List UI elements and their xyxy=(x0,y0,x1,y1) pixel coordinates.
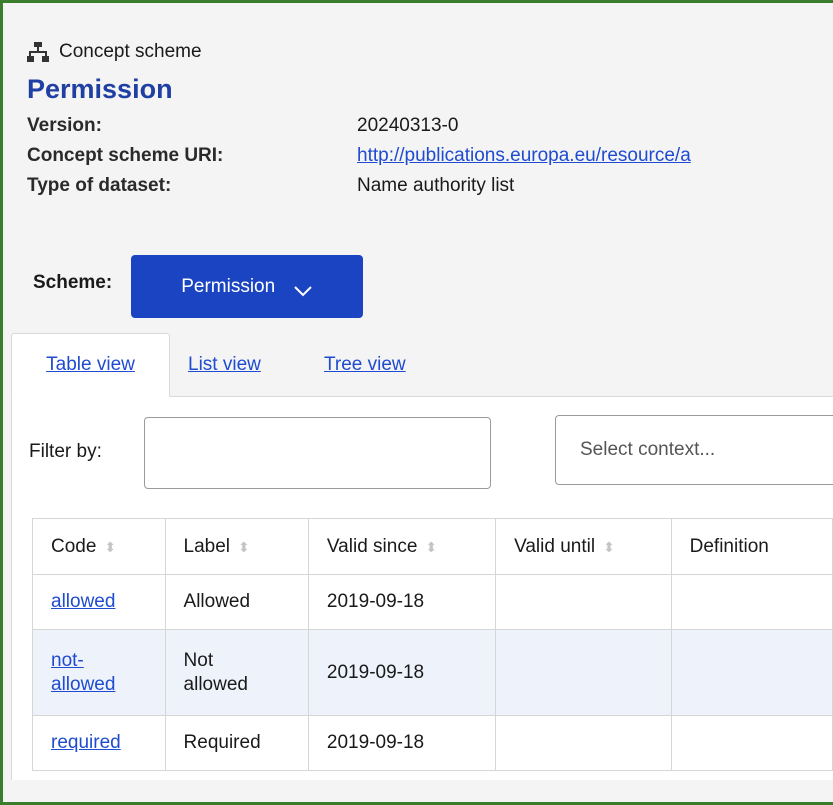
cell-valid-until xyxy=(495,715,672,771)
table-row: required Required 2019-09-18 xyxy=(32,715,833,771)
column-label: Label xyxy=(183,535,231,557)
concepts-table: Code ⬍ Label ⬍ Valid since ⬍ Valid until ⬍ D… xyxy=(32,518,833,771)
view-tabs: Table view List view Tree view xyxy=(11,333,833,397)
cell-definition xyxy=(670,715,833,771)
cell-code: allowed xyxy=(32,574,166,630)
page-frame: Concept scheme Permission Version: 20240… xyxy=(0,0,833,805)
context-select[interactable]: Select context... xyxy=(555,415,833,485)
cell-label: Not allowed xyxy=(164,629,309,716)
context-placeholder: Select context... xyxy=(580,439,716,460)
sort-icon: ⬍ xyxy=(238,538,250,555)
table-row: not-allowed Not allowed 2019-09-18 xyxy=(32,629,833,716)
meta-label: Concept scheme URI: xyxy=(27,145,224,166)
page-title: Permission xyxy=(27,74,173,104)
cell-code: not-allowed xyxy=(32,629,166,716)
column-label: Definition xyxy=(689,535,769,557)
column-header-valid-until[interactable]: Valid until ⬍ xyxy=(495,518,672,575)
table-row: allowed Allowed 2019-09-18 xyxy=(32,574,833,630)
meta-label: Version: xyxy=(27,115,102,136)
chevron-down-icon xyxy=(293,281,313,296)
scheme-uri-link[interactable]: http://publications.europa.eu/resource/a xyxy=(357,145,691,167)
cell-valid-since: 2019-09-18 xyxy=(307,715,497,771)
meta-value: Name authority list xyxy=(357,175,515,196)
scheme-selected-value: Permission xyxy=(181,275,276,297)
cell-valid-until xyxy=(495,629,672,716)
metadata-list: Version: 20240313-0 Concept scheme URI: … xyxy=(27,111,833,201)
table-panel: Filter by: Select context... Code ⬍ Label… xyxy=(11,397,833,780)
column-header-label[interactable]: Label ⬍ xyxy=(164,518,309,575)
meta-label: Type of dataset: xyxy=(27,175,172,196)
code-link[interactable]: required xyxy=(51,732,121,753)
hierarchy-icon xyxy=(27,41,49,63)
column-header-code[interactable]: Code ⬍ xyxy=(32,518,166,575)
cell-label: Allowed xyxy=(164,574,309,630)
tab-table-view[interactable]: Table view xyxy=(11,333,170,397)
meta-row-version: Version: 20240313-0 xyxy=(27,111,833,141)
cell-valid-until xyxy=(495,574,672,630)
scheme-dropdown-button[interactable]: Permission xyxy=(131,255,364,318)
sort-icon: ⬍ xyxy=(603,538,615,555)
column-label: Valid until xyxy=(514,535,596,557)
code-link[interactable]: allowed xyxy=(51,591,115,612)
cell-definition xyxy=(670,574,833,630)
cell-label: Required xyxy=(164,715,309,771)
code-link[interactable]: not-allowed xyxy=(51,649,121,697)
scheme-label: Scheme: xyxy=(33,271,113,293)
meta-value: 20240313-0 xyxy=(357,115,459,136)
cell-code: required xyxy=(32,715,166,771)
table-header-row: Code ⬍ Label ⬍ Valid since ⬍ Valid until ⬍ D… xyxy=(32,518,833,575)
scheme-selector-row: Scheme: Permission xyxy=(33,255,364,318)
filter-label: Filter by: xyxy=(29,441,102,462)
meta-row-type: Type of dataset: Name authority list xyxy=(27,171,833,201)
kind-row: Concept scheme xyxy=(27,37,833,67)
kind-label: Concept scheme xyxy=(59,41,202,62)
column-header-definition[interactable]: Definition xyxy=(670,518,833,575)
tab-tree-view[interactable]: Tree view xyxy=(324,333,406,397)
column-header-valid-since[interactable]: Valid since ⬍ xyxy=(307,518,497,575)
meta-row-uri: Concept scheme URI: http://publications.… xyxy=(27,141,833,171)
cell-valid-since: 2019-09-18 xyxy=(307,629,497,716)
cell-definition xyxy=(670,629,833,716)
column-label: Code xyxy=(51,535,97,557)
scheme-header: Concept scheme Permission Version: 20240… xyxy=(27,37,833,201)
sort-icon: ⬍ xyxy=(425,538,438,555)
tab-list-view[interactable]: List view xyxy=(188,333,261,397)
column-label: Valid since xyxy=(326,535,418,557)
filter-input[interactable] xyxy=(144,417,491,489)
label-text: Not allowed xyxy=(183,649,248,695)
cell-valid-since: 2019-09-18 xyxy=(307,574,497,630)
sort-icon: ⬍ xyxy=(104,538,117,555)
